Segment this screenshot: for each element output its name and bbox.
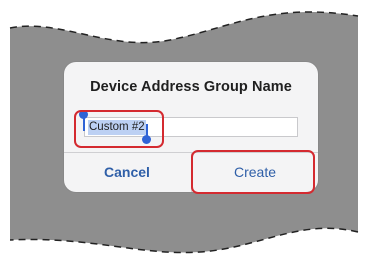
screenshot-stage: Device Address Group Name Custom #2 Canc…: [0, 0, 368, 264]
cancel-button[interactable]: Cancel: [64, 154, 190, 190]
dialog-title: Device Address Group Name: [90, 79, 292, 95]
create-highlight-callout: [191, 150, 315, 194]
input-highlight-callout: [74, 110, 164, 148]
